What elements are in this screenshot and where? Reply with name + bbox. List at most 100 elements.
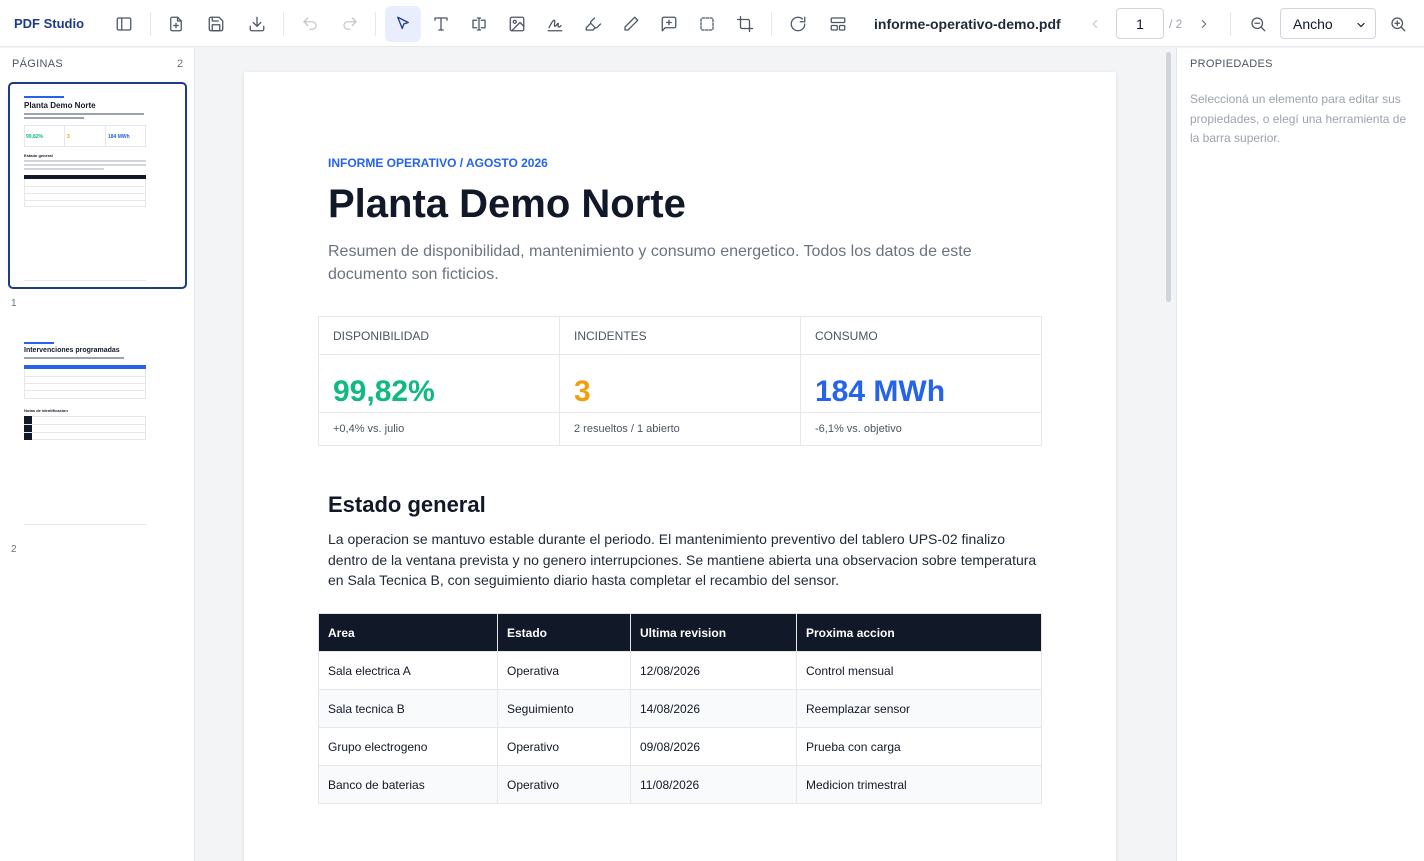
- kpi-grid: DISPONIBILIDAD 99,82% +0,4% vs. julio IN…: [318, 316, 1042, 446]
- kpi-label: DISPONIBILIDAD: [319, 317, 559, 355]
- zoom-in-button[interactable]: [1380, 6, 1416, 42]
- draw-tool-button[interactable]: [613, 6, 649, 42]
- crop-icon: [736, 15, 754, 33]
- comment-tool-button[interactable]: [651, 6, 687, 42]
- previous-page-button[interactable]: [1082, 10, 1108, 38]
- table-row: Banco de baterias Operativo 11/08/2026 M…: [318, 765, 1042, 804]
- save-button[interactable]: [198, 6, 234, 42]
- sidebar-icon: [116, 17, 132, 31]
- image-tool-button[interactable]: [499, 6, 535, 42]
- redo-icon: [343, 17, 357, 30]
- zoom-select[interactable]: Ancho: [1280, 8, 1376, 39]
- chevron-down-icon: [1355, 18, 1367, 30]
- table-cell: Banco de baterias: [318, 765, 498, 804]
- table-cell: Operativo: [497, 765, 631, 804]
- document-eyebrow: INFORME OPERATIVO / AGOSTO 2026: [328, 156, 548, 170]
- thumbnail-title: Planta Demo Norte: [24, 101, 96, 110]
- table-cell: Prueba con carga: [796, 727, 1042, 766]
- page-thumbnail-2[interactable]: Intervenciones programadas Notas de iden…: [8, 328, 187, 535]
- kpi-note: 2 resueltos / 1 abierto: [560, 412, 800, 446]
- table-row: Sala electrica A Operativa 12/08/2026 Co…: [318, 651, 1042, 690]
- download-button[interactable]: [239, 6, 275, 42]
- next-page-button[interactable]: [1191, 10, 1217, 38]
- thumbnail-title: Intervenciones programadas: [24, 347, 120, 354]
- page-thumbnail-label-1: 1: [11, 298, 17, 309]
- zoom-out-icon: [1251, 17, 1266, 32]
- text-tool-button[interactable]: [423, 6, 459, 42]
- file-plus-icon: [170, 16, 182, 32]
- layout-icon: [830, 17, 846, 31]
- chevron-left-icon: [1092, 19, 1098, 29]
- section-title: Estado general: [328, 492, 486, 517]
- download-icon: [249, 16, 265, 32]
- table-cell: Sala tecnica B: [318, 689, 498, 728]
- text-box-tool-button[interactable]: [461, 6, 497, 42]
- table-cell: Control mensual: [796, 651, 1042, 690]
- table-row: Grupo electrogeno Operativo 09/08/2026 P…: [318, 727, 1042, 766]
- table-cell: Operativa: [497, 651, 631, 690]
- comment-icon: [661, 16, 677, 32]
- zoom-select-value: Ancho: [1293, 15, 1333, 32]
- kpi-card-incidents: INCIDENTES 3 2 resueltos / 1 abierto: [560, 317, 801, 445]
- properties-panel: PROPIEDADES Seleccioná un elemento para …: [1176, 48, 1424, 861]
- table-header-cell: Ultima revision: [630, 613, 797, 652]
- select-tool-button[interactable]: [385, 6, 421, 42]
- text-icon: [434, 17, 448, 31]
- kpi-value: 184 MWh: [815, 375, 946, 408]
- table-cell: Grupo electrogeno: [318, 727, 498, 766]
- document-viewer[interactable]: INFORME OPERATIVO / AGOSTO 2026 Planta D…: [196, 48, 1164, 861]
- thumbnail-section: Notas de identificacion: [24, 408, 68, 413]
- document-filename: informe-operativo-demo.pdf: [874, 16, 1061, 32]
- table-cell: 09/08/2026: [630, 727, 797, 766]
- pencil-icon: [624, 16, 639, 31]
- page-thumbnail-label-2: 2: [11, 544, 17, 555]
- pages-panel: PÁGINAS 2 Planta Demo Norte 99,82% 3 184…: [0, 48, 195, 861]
- table-cell: 11/08/2026: [630, 765, 797, 804]
- thumbnail-kpi-2: 3: [67, 134, 70, 140]
- rectangle-icon: [700, 17, 714, 31]
- total-pages: / 2: [1169, 17, 1183, 31]
- crop-tool-button[interactable]: [727, 6, 763, 42]
- kpi-label: CONSUMO: [801, 317, 1041, 355]
- text-box-icon: [472, 17, 486, 31]
- save-icon: [208, 16, 224, 32]
- kpi-value: 99,82%: [333, 375, 435, 408]
- image-icon: [509, 16, 525, 32]
- highlighter-icon: [585, 17, 602, 31]
- table-header-cell: Area: [318, 613, 498, 652]
- highlight-tool-button[interactable]: [575, 6, 611, 42]
- signature-icon: [547, 19, 563, 32]
- kpi-card-availability: DISPONIBILIDAD 99,82% +0,4% vs. julio: [319, 317, 560, 445]
- table-cell: Seguimiento: [497, 689, 631, 728]
- table-header-cell: Estado: [497, 613, 631, 652]
- table-cell: 12/08/2026: [630, 651, 797, 690]
- new-document-button[interactable]: [158, 6, 194, 42]
- current-page-input[interactable]: [1116, 8, 1164, 39]
- page-thumbnail-1[interactable]: Planta Demo Norte 99,82% 3 184 MWh Estad…: [8, 82, 187, 289]
- zoom-out-button[interactable]: [1240, 6, 1276, 42]
- pages-count: 2: [177, 58, 184, 70]
- chevron-right-icon: [1201, 19, 1207, 29]
- status-table: Area Estado Ultima revision Proxima acci…: [318, 613, 1042, 804]
- thumbnail-section: Estado general: [24, 153, 53, 158]
- pages-panel-title: PÁGINAS: [12, 58, 64, 70]
- redo-button[interactable]: [332, 6, 368, 42]
- kpi-note: -6,1% vs. objetivo: [801, 412, 1041, 446]
- toggle-sidebar-button[interactable]: [106, 6, 142, 42]
- document-title: Planta Demo Norte: [328, 182, 686, 226]
- pdf-page[interactable]: INFORME OPERATIVO / AGOSTO 2026 Planta D…: [244, 72, 1116, 861]
- table-cell: 14/08/2026: [630, 689, 797, 728]
- undo-icon: [303, 17, 317, 30]
- kpi-value: 3: [574, 375, 591, 408]
- thumbnail-kpi-3: 184 MWh: [108, 134, 130, 140]
- signature-tool-button[interactable]: [537, 6, 573, 42]
- table-cell: Operativo: [497, 727, 631, 766]
- rotate-button[interactable]: [780, 6, 816, 42]
- shape-tool-button[interactable]: [689, 6, 725, 42]
- undo-button[interactable]: [292, 6, 328, 42]
- layout-button[interactable]: [820, 6, 856, 42]
- app-logo: PDF Studio: [14, 16, 85, 31]
- cursor-icon: [397, 16, 409, 30]
- table-header-row: Area Estado Ultima revision Proxima acci…: [318, 613, 1042, 652]
- document-scrollbar[interactable]: [1166, 52, 1171, 302]
